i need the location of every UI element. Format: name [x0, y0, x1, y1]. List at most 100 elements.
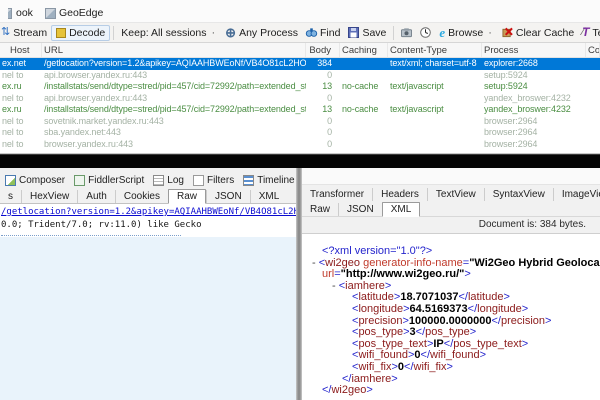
dropdown-dot-icon: · [211, 27, 215, 39]
table-row[interactable]: nel tobrowser.yandex.ru:4430browser:2964 [0, 139, 600, 151]
cell-process: setup:5924 [482, 81, 586, 93]
request-tab-cookies[interactable]: Cookies [115, 190, 168, 203]
column-header-content-type[interactable]: Content-Type [388, 43, 482, 57]
tool-tab-timeline[interactable]: Timeline [240, 174, 300, 187]
tool-tab-filters[interactable]: Filters [190, 174, 240, 187]
timer-button[interactable] [416, 26, 435, 39]
table-row[interactable]: nel toapi.browser.yandex.ru:4430yandex_b… [0, 93, 600, 105]
xml-line: - <wi2geo generator-info-name="Wi2Geo Hy… [302, 258, 600, 270]
column-header-url[interactable]: URL [42, 43, 306, 57]
tab-label: Timeline [257, 175, 294, 186]
request-tab-raw[interactable]: Raw [168, 189, 206, 204]
tab-label: XML [259, 191, 280, 202]
any-process-button[interactable]: ⊕ Any Process [221, 26, 302, 40]
tab-label: Raw [310, 204, 330, 215]
table-row[interactable]: nel tosovetnik.market.yandex.ru:4430brow… [0, 116, 600, 128]
cell-body: 13 [306, 104, 340, 116]
log-icon [153, 175, 164, 186]
xml-line: <?xml version="1.0"?> [302, 246, 600, 258]
button-label: Decode [69, 27, 105, 39]
tab-label: Auth [86, 191, 107, 202]
collapse-toggle[interactable]: - [332, 281, 339, 292]
tab-label: Transformer [310, 189, 364, 200]
xml-token: > [545, 316, 551, 327]
response-tab-imageview[interactable]: ImageView [553, 188, 600, 201]
response-tab-xml[interactable]: XML [382, 202, 421, 217]
table-row[interactable]: nel toapi.browser.yandex.ru:4430setup:59… [0, 70, 600, 82]
toolbar-separator [113, 26, 114, 40]
response-tab-headers[interactable]: Headers [372, 188, 427, 201]
cell-body: 13 [306, 81, 340, 93]
xml-token: > [522, 304, 528, 315]
toolbar-button-ook[interactable]: ook [2, 6, 39, 20]
table-row[interactable]: ex.ru/installstats/send/dtype=stred/pid=… [0, 104, 600, 116]
clear-cache-button[interactable]: Clear Cache [498, 26, 578, 40]
textwizard-button[interactable]: ∕ T TextWizard [578, 26, 600, 40]
cell-url: /installstats/send/dtype=stred/pid=457/c… [42, 104, 306, 116]
xml-token: wifi_fix [358, 362, 391, 373]
tool-tab-composer[interactable]: Composer [2, 174, 71, 187]
xml-token: wifi_found [430, 350, 480, 361]
toolbar-button-geoedge[interactable]: GeoEdge [39, 6, 109, 20]
session-list-header: Host URL Body Caching Content-Type Proce… [0, 43, 600, 58]
response-tab-syntaxview[interactable]: SyntaxView [484, 188, 553, 201]
response-tab-raw[interactable]: Raw [302, 203, 338, 216]
response-tab-textview[interactable]: TextView [427, 188, 484, 201]
request-tab-auth[interactable]: Auth [77, 190, 115, 203]
find-button[interactable]: Find [302, 26, 344, 40]
cell-host: ex.net [0, 58, 42, 70]
table-row[interactable]: nel tosba.yandex.net:4430browser:2964 [0, 127, 600, 139]
table-row[interactable]: ex.net/getlocation?version=1.2&apikey=AQ… [0, 58, 600, 70]
collapse-toggle[interactable]: - [312, 258, 319, 269]
xml-token: > [385, 281, 391, 292]
column-header-host[interactable]: Host [0, 43, 42, 57]
save-button[interactable]: Save [344, 26, 390, 40]
tab-label: JSON [347, 204, 374, 215]
table-row[interactable]: ex.ru/installstats/send/dtype=stred/pid=… [0, 81, 600, 93]
cell-ctype [388, 127, 482, 139]
tab-label: Filters [207, 175, 234, 186]
inspector-top-strip [302, 168, 600, 185]
column-header-body[interactable]: Body [306, 43, 340, 57]
screenshot-button[interactable] [397, 26, 416, 39]
cell-url: api.browser.yandex.ru:443 [42, 93, 306, 105]
request-body-area[interactable] [0, 237, 296, 400]
xml-token: > [447, 362, 453, 373]
xml-line: <wifi_fix>0</wifi_fix> [302, 362, 600, 374]
bottom-panels: ComposerFiddlerScriptLogFiltersTimeline✎… [0, 168, 600, 400]
cell-body: 0 [306, 116, 340, 128]
xml-line: <longitude>64.5169373</longitude> [302, 304, 600, 316]
response-tab-json[interactable]: JSON [338, 203, 382, 216]
keep-sessions-dropdown[interactable]: Keep: All sessions · [117, 26, 221, 40]
column-header-process[interactable]: Process [482, 43, 586, 57]
xml-token: > [391, 374, 397, 385]
decode-toggle[interactable]: Decode [51, 25, 110, 41]
browse-button[interactable]: e Browse · [435, 26, 497, 40]
stream-button[interactable]: ⇅ Stream [0, 26, 51, 40]
request-tab-xml[interactable]: XML [250, 190, 288, 203]
cell-comment [586, 58, 600, 70]
button-label: Browse [448, 27, 483, 39]
request-tab-s[interactable]: s [0, 190, 21, 203]
cell-ctype [388, 116, 482, 128]
cell-body: 0 [306, 127, 340, 139]
request-tab-json[interactable]: JSON [206, 190, 250, 203]
session-rows: ex.net/getlocation?version=1.2&apikey=AQ… [0, 58, 600, 150]
column-header-caching[interactable]: Caching [340, 43, 388, 57]
toolbar-separator [393, 26, 394, 40]
selection-dotted-line [1, 235, 181, 236]
request-tab-hexview[interactable]: HexView [21, 190, 77, 203]
cell-body: 0 [306, 93, 340, 105]
column-header-comments[interactable]: Comm [586, 43, 600, 57]
cell-host: nel to [0, 70, 42, 82]
cell-comment [586, 93, 600, 105]
response-tab-transformer[interactable]: Transformer [302, 188, 372, 201]
tool-tab-log[interactable]: Log [150, 174, 190, 187]
cell-comment [586, 81, 600, 93]
fiddler-window: ook GeoEdge ⇅ Stream Decode Keep: All se… [0, 0, 600, 400]
cell-ctype [388, 139, 482, 151]
floppy-icon [348, 27, 359, 38]
quickexec-input[interactable] [0, 154, 600, 168]
request-url-link[interactable]: /getlocation?version=1.2&apikey=AQIAAHBW… [0, 204, 296, 217]
tool-tab-fiddlerscript[interactable]: FiddlerScript [71, 174, 150, 187]
